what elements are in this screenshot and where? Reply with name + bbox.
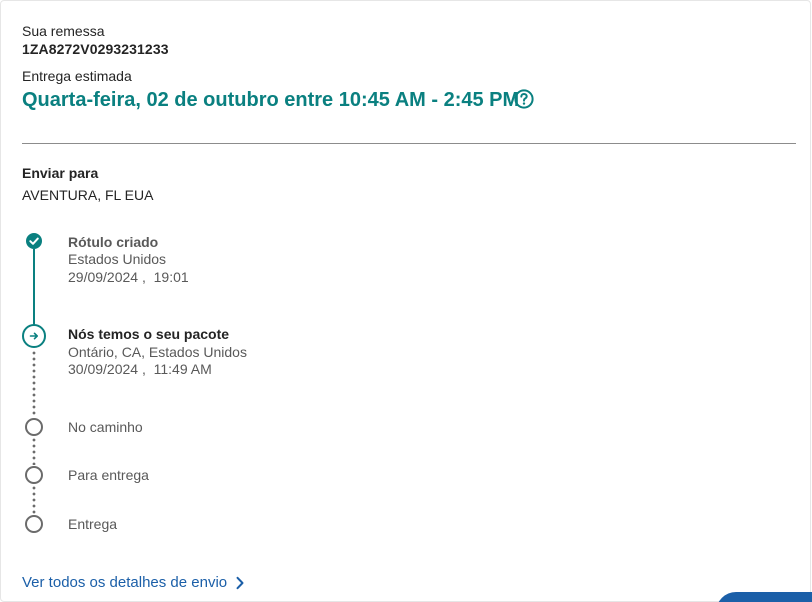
shipment-card: Sua remessa 1ZA8272V0293231233 Entrega e… <box>0 0 811 602</box>
event-title: Rótulo criado <box>68 234 159 250</box>
chat-button[interactable] <box>716 592 812 602</box>
pending-step-label: No caminho <box>68 419 143 435</box>
estimated-delivery-label: Entrega estimada <box>22 68 132 84</box>
timeline-dotted-line <box>32 485 36 515</box>
chevron-right-icon <box>235 576 245 590</box>
timeline-dotted-line <box>32 437 36 465</box>
timeline-progress-line <box>33 249 35 325</box>
question-circle-icon[interactable] <box>514 89 534 109</box>
check-circle-icon <box>26 233 42 249</box>
section-divider <box>22 143 796 144</box>
timeline-dotted-line <box>32 350 36 416</box>
arrow-right-circle-icon <box>22 324 46 348</box>
ship-to-label: Enviar para <box>22 165 99 181</box>
shipment-label: Sua remessa <box>22 23 105 39</box>
event-datetime: 30/09/2024 , 11:49 AM <box>68 361 212 377</box>
tracking-number: 1ZA8272V0293231233 <box>22 41 169 57</box>
empty-circle-icon <box>25 418 43 436</box>
event-location: Ontário, CA, Estados Unidos <box>68 344 247 360</box>
event-title: Nós temos o seu pacote <box>68 326 230 342</box>
pending-step-label: Para entrega <box>68 467 149 483</box>
event-datetime: 29/09/2024 , 19:01 <box>68 269 189 285</box>
event-location: Estados Unidos <box>68 251 167 267</box>
view-shipping-details-label: Ver todos os detalhes de envio <box>22 574 228 591</box>
pending-step-label: Entrega <box>68 516 118 532</box>
empty-circle-icon <box>25 515 43 533</box>
estimated-delivery-date: Quarta-feira, 02 de outubro entre 10:45 … <box>22 89 520 111</box>
empty-circle-icon <box>25 466 43 484</box>
view-shipping-details-link[interactable]: Ver todos os detalhes de envio <box>22 574 245 591</box>
ship-to-address: AVENTURA, FL EUA <box>22 187 154 203</box>
